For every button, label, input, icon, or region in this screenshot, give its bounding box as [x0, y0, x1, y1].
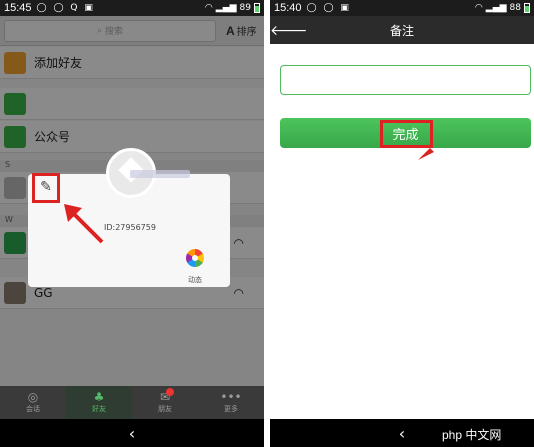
more-icon: •••	[220, 390, 242, 404]
tab-friends[interactable]: ♣ 好友	[66, 386, 132, 419]
notification-icons: ◯ ◯ ▣	[306, 3, 351, 13]
status-bar: 15:45 ◯ ◯ Q ▣ ◠ ▂▄▆ 89	[0, 0, 264, 16]
back-arrow-icon[interactable]: 🡐	[270, 22, 308, 39]
wifi-icon: ◠	[474, 3, 483, 13]
tab-label: 更多	[224, 405, 238, 413]
edit-highlight-box	[32, 173, 60, 203]
left-phone-screen: 15:45 ◯ ◯ Q ▣ ◠ ▂▄▆ 89 ⌕ 搜索 A 排序 添加好友 公众…	[0, 0, 264, 447]
tab-label: 会话	[26, 405, 40, 413]
tab-circles[interactable]: ✉ 朋友	[132, 386, 198, 419]
system-nav-bar: ‹	[0, 419, 264, 447]
red-arrow-icon	[418, 148, 434, 160]
status-time: 15:45	[4, 2, 32, 14]
battery-level: 88	[509, 3, 521, 13]
battery-icon	[254, 3, 260, 13]
watermark: php 中文网	[442, 428, 502, 442]
back-nav-icon[interactable]: ‹	[129, 424, 135, 443]
status-bar: 15:40 ◯ ◯ ▣ ◠ ▂▄▆ 88	[270, 0, 534, 16]
blurred-name	[130, 170, 190, 178]
page-title: 备注	[389, 23, 414, 38]
title-bar: 🡐 备注	[270, 16, 534, 44]
moments-button[interactable]: 动态	[184, 249, 206, 286]
status-time: 15:40	[274, 2, 302, 14]
signal-icon: ▂▄▆	[215, 3, 237, 13]
moments-label: 动态	[188, 276, 202, 284]
wifi-icon: ◠	[204, 3, 213, 13]
profile-id: ID:27956759	[104, 223, 156, 232]
moments-icon	[186, 249, 204, 267]
tab-label: 好友	[92, 405, 106, 413]
tab-bar: ◎ 会话 ♣ 好友 ✉ 朋友 ••• 更多	[0, 386, 264, 419]
chats-icon: ◎	[27, 390, 39, 404]
tab-label: 朋友	[158, 405, 172, 413]
back-nav-icon[interactable]: ‹	[399, 424, 405, 443]
battery-icon	[524, 3, 530, 13]
remark-input[interactable]	[280, 65, 531, 95]
red-arrow-icon	[64, 204, 104, 244]
right-phone-screen: 15:40 ◯ ◯ ▣ ◠ ▂▄▆ 88 🡐 备注 完成 ‹ php 中文网	[270, 0, 534, 447]
notification-icons: ◯ ◯ Q ▣	[36, 3, 95, 13]
signal-icon: ▂▄▆	[485, 3, 507, 13]
friends-icon: ♣	[93, 390, 105, 404]
battery-level: 89	[239, 3, 251, 13]
tab-more[interactable]: ••• 更多	[198, 386, 264, 419]
unread-badge	[166, 388, 174, 396]
tab-chats[interactable]: ◎ 会话	[0, 386, 66, 419]
